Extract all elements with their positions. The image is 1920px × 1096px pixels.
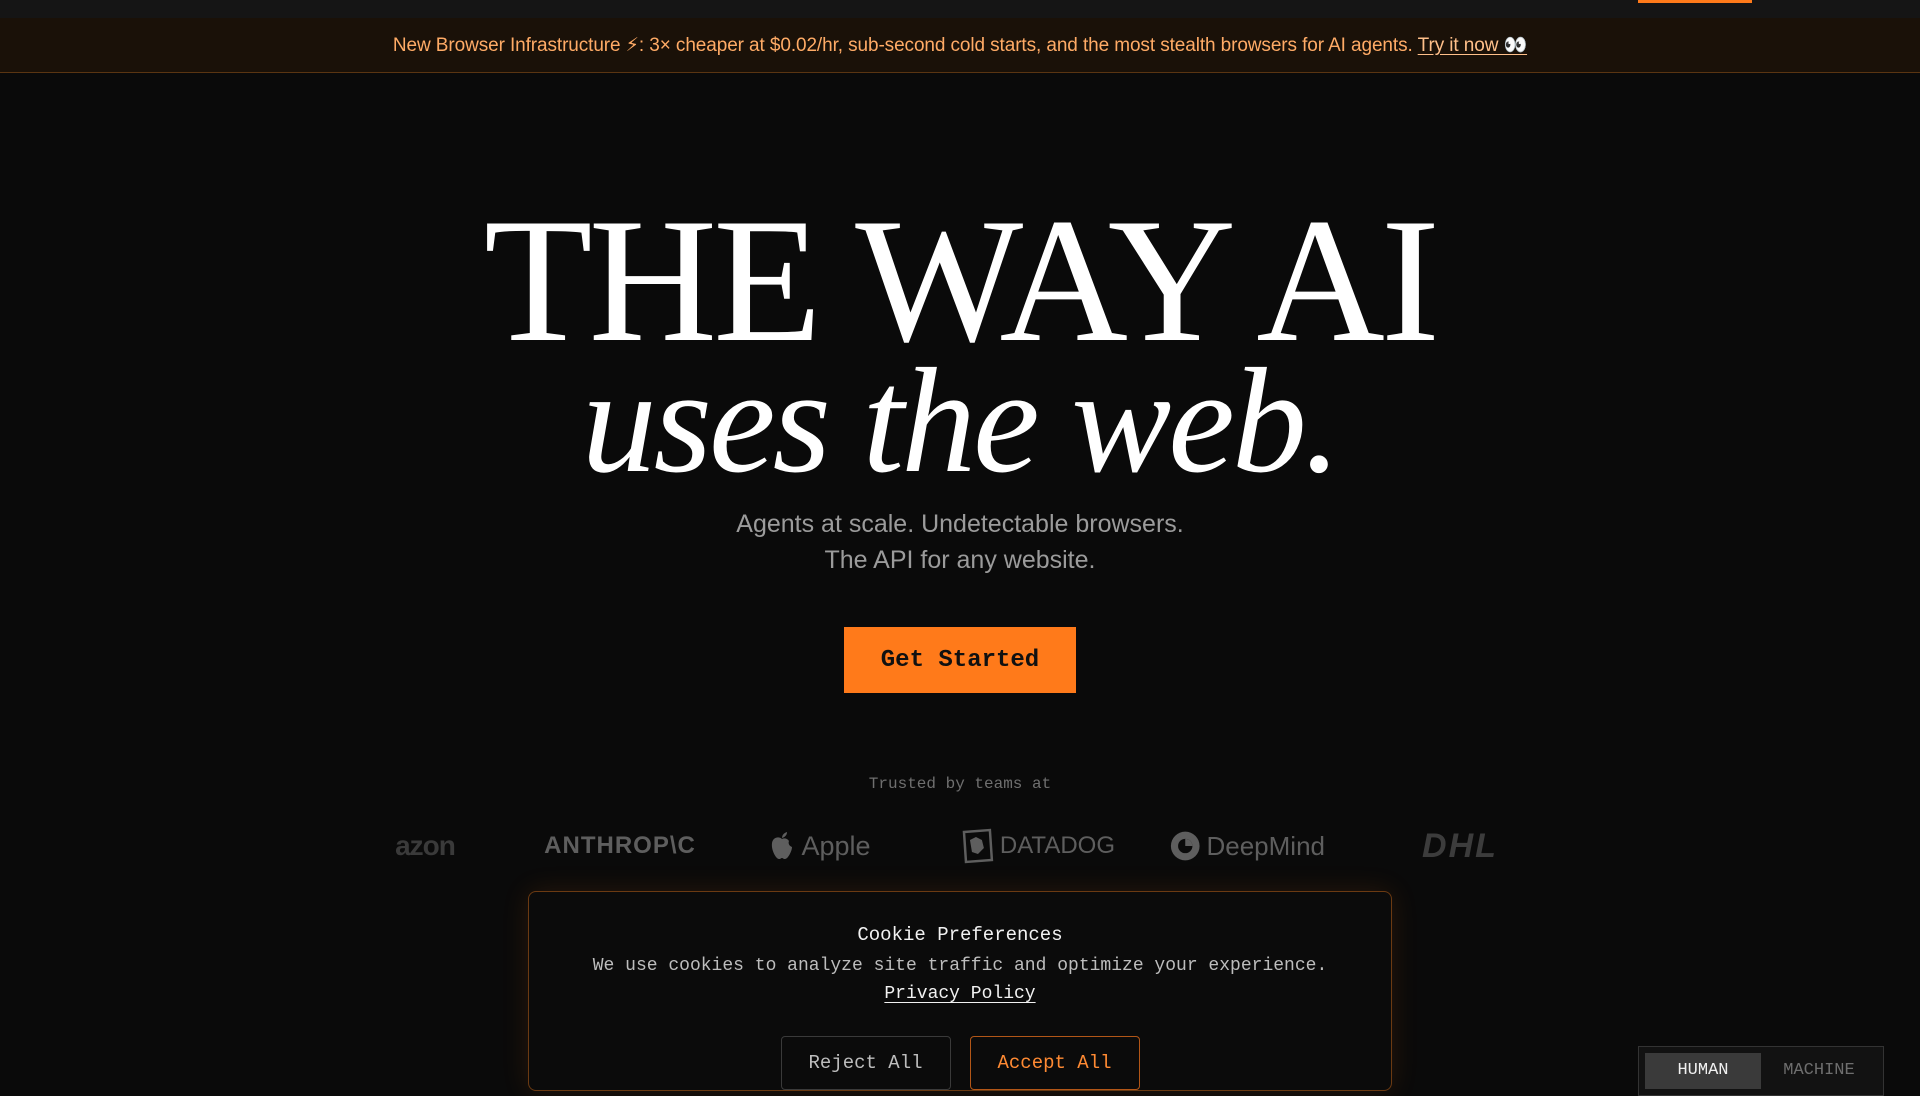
get-started-button[interactable]: Get Started	[844, 627, 1076, 693]
logo-deepmind-text: DeepMind	[1206, 830, 1325, 861]
cookie-actions: Reject All Accept All	[529, 1036, 1391, 1090]
announcement-text: New Browser Infrastructure ⚡: 3× cheaper…	[392, 34, 1413, 56]
customer-logos: azon ANTHROP\C Apple DATADOG DeepMind DH…	[380, 820, 1540, 872]
logo-deepmind: DeepMind	[1170, 820, 1325, 872]
hero-heading: THE WAY AI uses the web.	[0, 181, 1920, 504]
cookie-title: Cookie Preferences	[857, 924, 1063, 946]
nav-accent-underline	[1638, 0, 1752, 3]
human-machine-toggle: HUMAN MACHINE	[1638, 1046, 1884, 1096]
logo-anthropic: ANTHROP\C	[540, 820, 700, 872]
trusted-by-label: Trusted by teams at	[868, 775, 1052, 793]
logo-apple: Apple	[765, 820, 875, 872]
deepmind-icon	[1170, 831, 1200, 861]
logo-amazon: azon	[380, 820, 470, 872]
subtitle-line1: Agents at scale. Undetectable browsers.	[736, 510, 1184, 538]
apple-icon	[772, 832, 793, 859]
datadog-dog-icon	[962, 828, 994, 864]
logo-datadog-text: DATADOG	[999, 832, 1115, 859]
logo-dhl: DHL	[1380, 820, 1540, 872]
hero-title-line2: uses the web.	[581, 338, 1342, 504]
accept-all-button[interactable]: Accept All	[969, 1036, 1140, 1090]
reject-all-button[interactable]: Reject All	[780, 1036, 951, 1090]
logo-apple-text: Apple	[801, 830, 871, 861]
logo-datadog: DATADOG	[960, 820, 1115, 872]
hero-title-line1: THE WAY AI	[483, 181, 1440, 379]
mode-human-option[interactable]: HUMAN	[1645, 1053, 1761, 1089]
cookie-description: We use cookies to analyze site traffic a…	[592, 956, 1328, 976]
subtitle-line2: The API for any website.	[824, 546, 1096, 574]
logo-dhl-text: DHL	[1422, 826, 1498, 865]
mode-machine-option[interactable]: MACHINE	[1761, 1053, 1877, 1089]
logo-amazon-text: azon	[395, 830, 456, 861]
privacy-policy-link[interactable]: Privacy Policy	[884, 984, 1035, 1004]
announcement-try-link[interactable]: Try it now 👀	[1418, 33, 1527, 57]
cookie-consent-dialog: Cookie Preferences We use cookies to ana…	[528, 891, 1392, 1091]
announcement-banner: New Browser Infrastructure ⚡: 3× cheaper…	[0, 18, 1920, 73]
hero-subtitle: Agents at scale. Undetectable browsers. …	[0, 506, 1920, 578]
top-nav-bar	[0, 0, 1920, 18]
logo-anthropic-text: ANTHROP\C	[544, 832, 696, 859]
